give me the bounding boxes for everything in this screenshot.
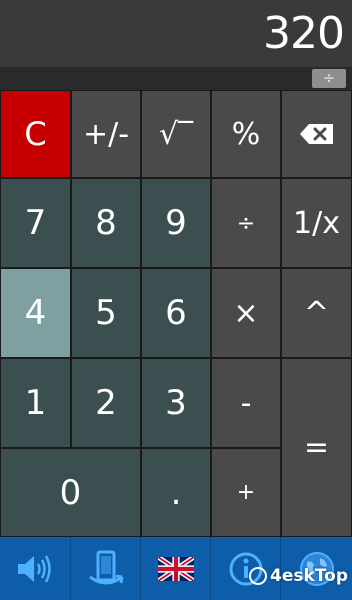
watermark-text: 4eskTop (270, 566, 348, 586)
power-button[interactable]: ^ (281, 268, 352, 358)
bottom-toolbar: 4eskTop (0, 537, 352, 600)
uk-flag-icon (157, 556, 194, 581)
plus-minus-button[interactable]: +/- (71, 90, 141, 178)
sqrt-button[interactable]: √‾ (141, 90, 211, 178)
speaker-icon (18, 554, 51, 583)
rotate-button[interactable] (71, 537, 141, 600)
digit-9-button[interactable]: 9 (141, 178, 211, 268)
digit-8-button[interactable]: 8 (71, 178, 141, 268)
clear-button[interactable]: C (0, 90, 71, 178)
watermark-logo-icon (249, 567, 268, 585)
digit-6-button[interactable]: 6 (141, 268, 211, 358)
minus-button[interactable]: - (211, 358, 281, 448)
digit-1-button[interactable]: 1 (0, 358, 71, 448)
decimal-button[interactable]: . (141, 448, 211, 537)
phone-rotate-icon (88, 550, 123, 584)
equals-button[interactable]: = (281, 358, 352, 537)
digit-5-button[interactable]: 5 (71, 268, 141, 358)
backspace-icon (299, 124, 333, 144)
status-strip: ÷ (0, 67, 352, 90)
backspace-button[interactable] (281, 90, 352, 178)
sound-toggle-button[interactable] (0, 537, 71, 600)
divide-button[interactable]: ÷ (211, 178, 281, 268)
reciprocal-button[interactable]: 1/x (281, 178, 352, 268)
result-display: 320 (0, 0, 352, 67)
digit-0-button[interactable]: 0 (0, 448, 141, 537)
digit-3-button[interactable]: 3 (141, 358, 211, 448)
watermark: 4eskTop (249, 566, 348, 586)
display-value: 320 (263, 8, 345, 59)
operator-indicator: ÷ (312, 69, 346, 88)
percent-button[interactable]: % (211, 90, 281, 178)
plus-button[interactable]: + (211, 448, 281, 537)
multiply-button[interactable]: × (211, 268, 281, 358)
language-button[interactable] (141, 537, 211, 600)
digit-7-button[interactable]: 7 (0, 178, 71, 268)
digit-2-button[interactable]: 2 (71, 358, 141, 448)
digit-4-button[interactable]: 4 (0, 268, 71, 358)
